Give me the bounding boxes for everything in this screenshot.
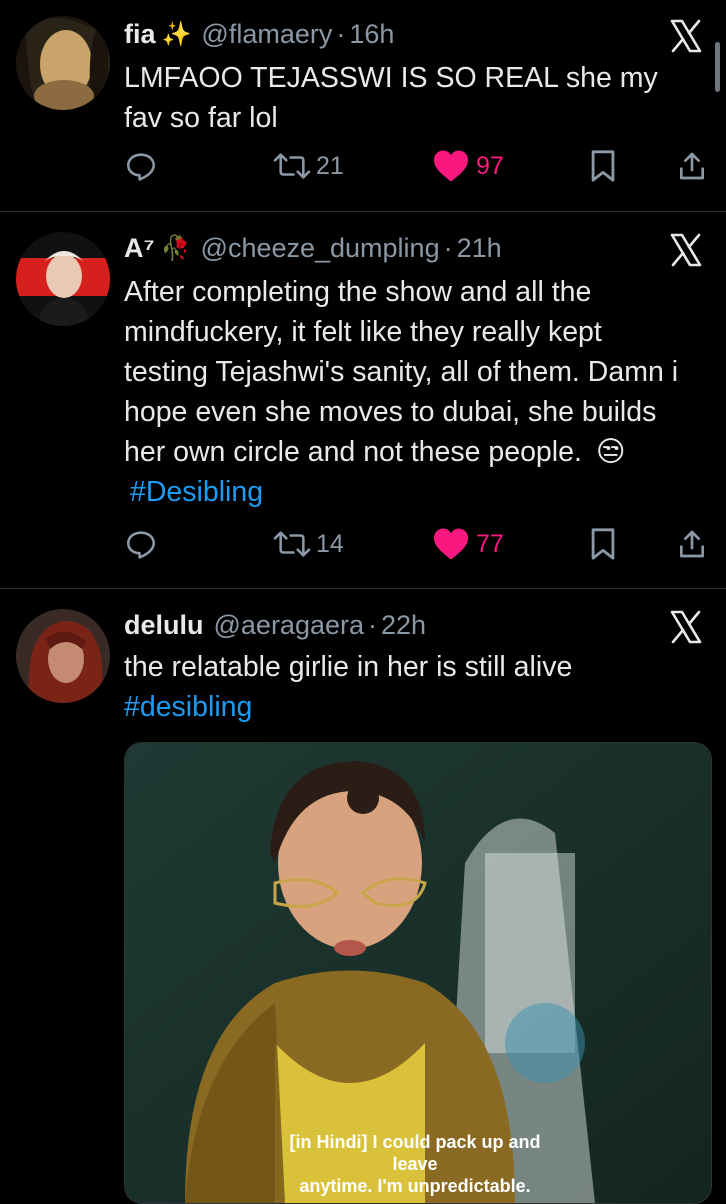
bookmark-button[interactable] xyxy=(588,146,618,186)
bookmark-button[interactable] xyxy=(588,524,618,564)
display-name[interactable]: A⁷ xyxy=(124,233,155,264)
tweet-header: delulu @aeragaera · 22h xyxy=(124,605,666,645)
separator: · xyxy=(368,609,378,640)
timestamp[interactable]: 21h xyxy=(457,233,502,264)
reply-button[interactable] xyxy=(124,146,158,186)
share-button[interactable] xyxy=(676,146,708,186)
grok-x-icon[interactable] xyxy=(668,609,704,645)
media-image[interactable]: [in Hindi] I could pack up and leave any… xyxy=(124,742,712,1204)
handle[interactable]: @flamaery xyxy=(201,19,332,50)
handle[interactable]: @aeragaera xyxy=(214,610,365,641)
tweet-text: the relatable girlie in her is still ali… xyxy=(124,647,694,727)
display-name[interactable]: delulu xyxy=(124,610,204,641)
grok-x-icon[interactable] xyxy=(668,18,704,54)
tweet-text-content: the relatable girlie in her is still ali… xyxy=(124,651,573,683)
reply-button[interactable] xyxy=(124,524,158,564)
tweet-header: fia ✨ @flamaery · 16h xyxy=(124,14,666,54)
retweet-button[interactable]: 14 xyxy=(272,524,344,564)
share-button[interactable] xyxy=(676,524,708,564)
avatar[interactable] xyxy=(16,609,110,703)
timestamp[interactable]: 16h xyxy=(349,19,394,50)
hashtag-link[interactable]: #Desibling xyxy=(130,476,263,508)
avatar[interactable] xyxy=(16,232,110,326)
retweet-icon xyxy=(273,531,311,557)
bookmark-icon xyxy=(591,150,615,182)
action-bar: 14 77 xyxy=(124,524,714,564)
wilted-rose-icon: 🥀 xyxy=(160,234,191,262)
reply-icon xyxy=(126,531,156,559)
retweet-count: 14 xyxy=(316,529,344,558)
retweet-icon xyxy=(273,153,311,179)
retweet-button[interactable]: 21 xyxy=(272,146,344,186)
avatar[interactable] xyxy=(16,16,110,110)
tweet-1[interactable]: fia ✨ @flamaery · 16h LMFAOO TEJASSWI IS… xyxy=(0,0,726,210)
tweet-text-content: After completing the show and all the mi… xyxy=(124,276,679,468)
retweet-count: 21 xyxy=(316,151,344,180)
like-count: 97 xyxy=(476,151,504,180)
grok-x-icon[interactable] xyxy=(668,232,704,268)
tweet-2[interactable]: A⁷ 🥀 @cheeze_dumpling · 21h After comple… xyxy=(0,212,726,587)
like-button[interactable]: 97 xyxy=(432,146,504,186)
heart-filled-icon xyxy=(434,528,468,560)
reply-icon xyxy=(126,153,156,181)
caption-line-1: [in Hindi] I could pack up and leave xyxy=(289,1132,541,1174)
hashtag-link[interactable]: #desibling xyxy=(124,687,694,727)
tweet-header: A⁷ 🥀 @cheeze_dumpling · 21h xyxy=(124,228,666,268)
unamused-emoji: 😒 xyxy=(595,436,626,468)
action-bar: 21 97 xyxy=(124,146,714,186)
share-icon xyxy=(680,530,704,558)
caption-line-2: anytime. I'm unpredictable. xyxy=(299,1176,531,1196)
share-icon xyxy=(680,152,704,180)
display-name[interactable]: fia xyxy=(124,19,156,50)
bookmark-icon xyxy=(591,528,615,560)
timestamp[interactable]: 22h xyxy=(381,610,426,641)
like-button[interactable]: 77 xyxy=(432,524,504,564)
separator: · xyxy=(443,232,453,263)
handle[interactable]: @cheeze_dumpling xyxy=(201,233,440,264)
sparkles-icon: ✨ xyxy=(161,20,192,48)
tweet-text: After completing the show and all the mi… xyxy=(124,272,684,512)
tweet-3[interactable]: delulu @aeragaera · 22h the relatable gi… xyxy=(0,589,726,1204)
separator: · xyxy=(336,18,346,49)
video-caption: [in Hindi] I could pack up and leave any… xyxy=(265,1131,565,1197)
like-count: 77 xyxy=(476,529,504,558)
heart-filled-icon xyxy=(434,150,468,182)
tweet-text: LMFAOO TEJASSWI IS SO REAL she my fav so… xyxy=(124,62,658,134)
